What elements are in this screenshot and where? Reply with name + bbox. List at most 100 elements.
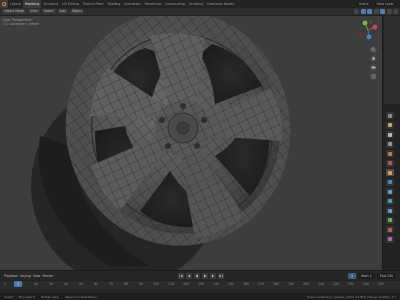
frame-tick: 30 (49, 282, 54, 286)
modifier-properties-tab[interactable] (386, 178, 394, 186)
object-properties-tab[interactable] (386, 169, 394, 176)
frame-tick: 230 (348, 282, 355, 286)
navigation-gizmo[interactable] (356, 18, 380, 42)
frame-tick: 90 (139, 282, 144, 286)
scene-properties-tab[interactable] (386, 150, 394, 157)
frame-tick: 120 (183, 282, 190, 286)
outliner-pane[interactable] (384, 16, 400, 104)
keying-menu[interactable]: Keying (20, 274, 31, 278)
frame-tick: 0 (4, 282, 7, 286)
tool-properties-tab[interactable] (386, 112, 394, 119)
prev-keyframe-icon[interactable] (185, 272, 192, 279)
frame-tick: 20 (34, 282, 39, 286)
frame-tick: 50 (79, 282, 84, 286)
jump-end-icon[interactable] (217, 272, 224, 279)
playhead[interactable]: 1 (14, 281, 22, 287)
frame-tick: 190 (288, 282, 295, 286)
status-select-hint: Select (4, 294, 14, 299)
scene-selector[interactable]: Scene (355, 2, 372, 6)
mode-selector[interactable]: Object Mode (2, 9, 27, 14)
zoom-icon[interactable] (370, 46, 377, 53)
pan-hand-icon[interactable] (370, 55, 377, 62)
rendered-shading-icon[interactable] (393, 9, 398, 14)
wheel-mesh (31, 16, 291, 270)
blender-logo-icon[interactable] (0, 0, 8, 8)
top-menu-bar: Layout Modeling Sculpting UV Editing Tex… (0, 0, 400, 8)
camera-view-icon[interactable] (370, 64, 377, 71)
object-menu[interactable]: Object (69, 9, 85, 14)
solid-shading-icon[interactable] (380, 9, 385, 14)
playback-controls (177, 272, 224, 279)
visibility-icon[interactable] (354, 9, 359, 14)
overlay-toggle-icon[interactable] (367, 9, 372, 14)
3d-viewport[interactable]: User Perspective (1) Collection | wheel (0, 16, 382, 270)
frame-tick: 170 (258, 282, 265, 286)
tab-texture-paint[interactable]: Texture Paint (81, 0, 106, 8)
timeline-view-menu[interactable]: View (33, 274, 41, 278)
output-properties-tab[interactable] (386, 131, 394, 138)
jump-start-icon[interactable] (177, 272, 184, 279)
play-reverse-icon[interactable] (193, 272, 200, 279)
select-menu[interactable]: Select (41, 9, 56, 14)
view-menu[interactable]: View (28, 9, 40, 14)
viewport-header: Object Mode View Select Add Object (0, 8, 400, 16)
playback-menu[interactable]: Playback (4, 274, 18, 278)
view-layer-properties-tab[interactable] (386, 140, 394, 148)
material-properties-tab[interactable] (386, 226, 394, 233)
status-context-hint: Object Context Menu (64, 294, 97, 299)
frame-tick: 60 (94, 282, 99, 286)
viewport-info: User Perspective (1) Collection | wheel (3, 18, 39, 26)
x-axis-handle[interactable] (372, 24, 378, 30)
tab-compositing[interactable]: Compositing (163, 0, 187, 8)
material-shading-icon[interactable] (386, 9, 392, 14)
status-rotate-hint: Rotate View (41, 294, 59, 299)
perspective-toggle-icon[interactable] (370, 73, 377, 80)
frame-tick: 210 (318, 282, 325, 286)
frame-tick: 70 (109, 282, 114, 286)
frame-tick: 240 (363, 282, 370, 286)
collection-info: (1) Collection | wheel (3, 22, 39, 26)
tab-layout[interactable]: Layout (8, 0, 23, 8)
texture-properties-tab[interactable] (386, 235, 394, 243)
marker-menu[interactable]: Marker (43, 274, 54, 278)
data-properties-tab[interactable] (386, 216, 394, 224)
tab-scripting[interactable]: Scripting (187, 0, 205, 8)
current-frame-field[interactable]: 1 (347, 272, 357, 279)
xray-icon[interactable] (373, 9, 379, 14)
frame-tick: 200 (303, 282, 310, 286)
frame-tick: 220 (333, 282, 340, 286)
scene-statistics: Scene Collection | wheel | Verts 23,816 … (306, 294, 396, 299)
render-properties-tab[interactable] (386, 121, 394, 129)
physics-properties-tab[interactable] (386, 197, 394, 205)
frame-tick: 40 (64, 282, 69, 286)
status-box-select-hint: Box Select (19, 294, 36, 299)
world-properties-tab[interactable] (386, 159, 394, 167)
start-frame-field[interactable]: Start 1 (358, 272, 375, 279)
tab-sculpting[interactable]: Sculpting (41, 0, 60, 8)
end-frame-field[interactable]: End 250 (376, 272, 396, 279)
frame-tick: 100 (153, 282, 160, 286)
tab-geometry-nodes[interactable]: Geometry Nodes (205, 0, 236, 8)
add-menu[interactable]: Add (57, 9, 68, 14)
frame-tick: 130 (198, 282, 205, 286)
z-axis-handle[interactable] (366, 34, 372, 40)
status-bar: Select Box Select Rotate View Object Con… (0, 293, 400, 300)
tab-animation[interactable]: Animation (122, 0, 142, 8)
frame-tick: 250 (378, 282, 385, 286)
frame-ruler[interactable]: 0 10 20 30 40 50 60 70 80 90 100 110 120… (0, 280, 400, 290)
tab-uv-editing[interactable]: UV Editing (60, 0, 81, 8)
y-axis-handle[interactable] (362, 20, 368, 26)
tab-modeling[interactable]: Modeling (22, 0, 42, 8)
tab-rendering[interactable]: Rendering (143, 0, 163, 8)
view-layer-selector[interactable]: View Layer (373, 2, 397, 6)
particles-properties-tab[interactable] (386, 188, 394, 195)
gizmo-toggle-icon[interactable] (360, 9, 366, 14)
play-icon[interactable] (201, 272, 208, 279)
timeline-editor: Playback Keying View Marker 1 Start 1 En… (0, 270, 400, 300)
frame-tick: 150 (228, 282, 235, 286)
frame-tick: 160 (243, 282, 250, 286)
constraints-properties-tab[interactable] (386, 207, 394, 214)
properties-panel (382, 16, 400, 270)
next-keyframe-icon[interactable] (209, 272, 216, 279)
tab-shading[interactable]: Shading (105, 0, 122, 8)
